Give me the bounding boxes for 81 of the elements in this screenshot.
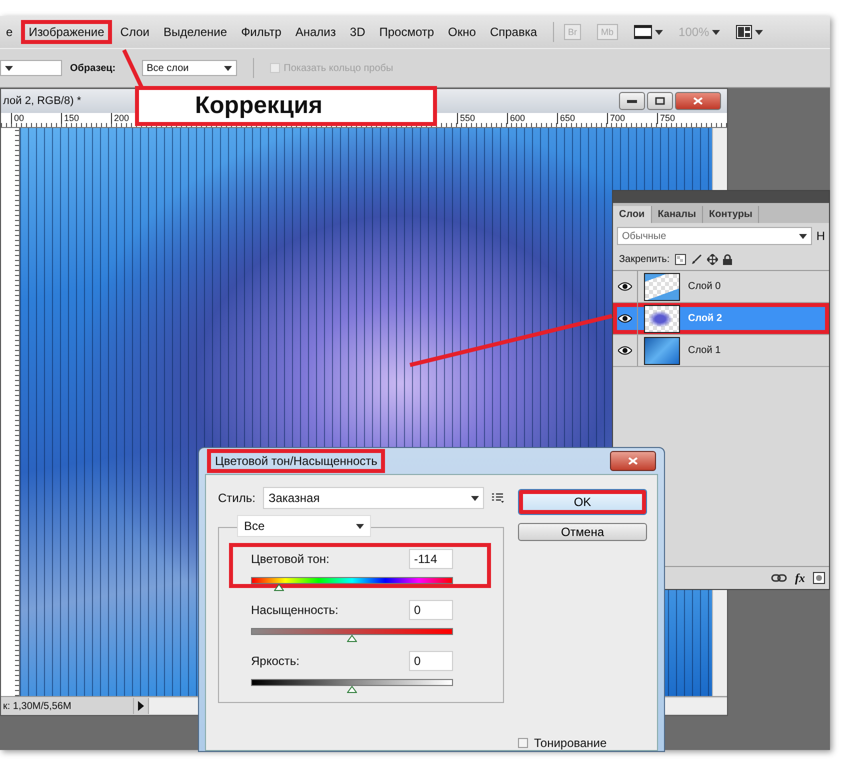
channel-dropdown[interactable]: Все xyxy=(237,515,371,537)
checkbox[interactable] xyxy=(518,738,528,748)
menu-item[interactable]: Просмотр xyxy=(373,22,440,42)
layer-name: Слой 0 xyxy=(688,281,721,292)
caret-icon xyxy=(5,66,13,70)
ruler-label: 750 xyxy=(657,113,707,124)
menu-item[interactable]: Окно xyxy=(442,22,482,42)
caret-icon xyxy=(654,30,663,34)
blend-mode-dropdown[interactable]: Обычные xyxy=(617,227,812,245)
ruler-label: 550 xyxy=(457,113,507,124)
layer-row[interactable]: Слой 1 xyxy=(613,335,829,367)
dialog-title: Цветовой тон/Насыщенность xyxy=(207,449,386,473)
menu-item[interactable]: 3D xyxy=(344,22,372,42)
close-icon xyxy=(693,97,703,105)
value-field[interactable]: -114 xyxy=(409,549,453,569)
caret-icon xyxy=(224,66,232,70)
caret-icon xyxy=(356,524,364,528)
eye-icon[interactable] xyxy=(618,314,632,323)
ok-button[interactable]: OK xyxy=(518,489,647,515)
menu-item[interactable]: е xyxy=(0,22,19,42)
menu-item[interactable]: Изображение xyxy=(20,20,112,44)
layer-thumbnail xyxy=(644,304,680,332)
value-field[interactable]: 0 xyxy=(409,651,453,671)
ruler-label: 650 xyxy=(557,113,607,124)
preset-dropdown[interactable] xyxy=(0,60,62,76)
menu-item[interactable]: Выделение xyxy=(157,22,234,42)
ruler-label: 600 xyxy=(507,113,557,124)
caret-icon xyxy=(712,30,720,34)
minimize-button[interactable] xyxy=(619,92,645,110)
move-icon[interactable] xyxy=(706,254,718,265)
slider-label: Яркость: xyxy=(251,654,300,668)
close-icon xyxy=(628,457,638,465)
link-icon[interactable] xyxy=(771,574,787,582)
caret-icon xyxy=(755,30,764,34)
maximize-button[interactable] xyxy=(647,92,673,110)
play-icon xyxy=(138,701,144,711)
lock-label: Закрепить: xyxy=(619,254,670,265)
checker-icon[interactable] xyxy=(674,254,686,265)
style-dropdown[interactable]: Заказная xyxy=(263,487,484,509)
close-button[interactable] xyxy=(675,92,721,110)
caret-icon xyxy=(799,234,808,238)
layer-name: Слой 1 xyxy=(688,345,721,356)
value-field[interactable]: 0 xyxy=(409,600,453,620)
menu-item[interactable]: Фильтр xyxy=(235,22,288,42)
layer-thumbnail xyxy=(644,336,680,364)
slider-label: Насыщенность: xyxy=(251,603,338,617)
menu-item[interactable]: Анализ xyxy=(289,22,342,42)
layout-icon[interactable] xyxy=(736,25,752,39)
mask-icon[interactable] xyxy=(813,572,825,584)
checkbox-label: Тонирование xyxy=(534,736,607,750)
ruler-label: 00 xyxy=(11,113,61,124)
style-label: Стиль: xyxy=(218,491,256,505)
brush-icon[interactable] xyxy=(690,254,702,265)
layer-name: Слой 2 xyxy=(688,313,722,324)
eye-icon[interactable] xyxy=(618,282,632,291)
menu-item[interactable]: Справка xyxy=(484,22,544,42)
leader-line xyxy=(122,49,144,89)
film-strip-icon[interactable] xyxy=(634,25,652,39)
sample-label: Образец: xyxy=(70,62,116,74)
document-title: лой 2, RGB/8) * xyxy=(3,95,82,107)
eye-icon[interactable] xyxy=(618,346,632,355)
status-text: к: 1,30M/5,56M xyxy=(2,700,72,712)
panel-tab[interactable]: Слои xyxy=(613,206,652,223)
cancel-button[interactable]: Отмена xyxy=(518,523,647,541)
sample-dropdown[interactable]: Все слои xyxy=(142,60,237,76)
slider-label: Цветовой тон: xyxy=(251,552,330,566)
layer-thumbnail xyxy=(644,272,680,300)
caret-icon xyxy=(471,496,479,500)
list-menu-icon[interactable] xyxy=(492,493,504,503)
effects-button[interactable]: fx xyxy=(795,570,805,586)
callout-label: Коррекция xyxy=(135,86,437,126)
panel-tab[interactable]: Каналы xyxy=(652,206,703,223)
ruler-label: 700 xyxy=(607,113,657,124)
maximize-icon xyxy=(655,97,665,105)
minimize-icon xyxy=(627,99,637,103)
lock-icon[interactable] xyxy=(722,254,732,265)
panel-tab[interactable]: Контуры xyxy=(702,206,760,223)
close-button[interactable] xyxy=(610,451,656,471)
ruler-label: 150 xyxy=(61,113,111,124)
menu-item[interactable]: Слои xyxy=(114,22,156,42)
opacity-label: Н xyxy=(816,229,825,243)
